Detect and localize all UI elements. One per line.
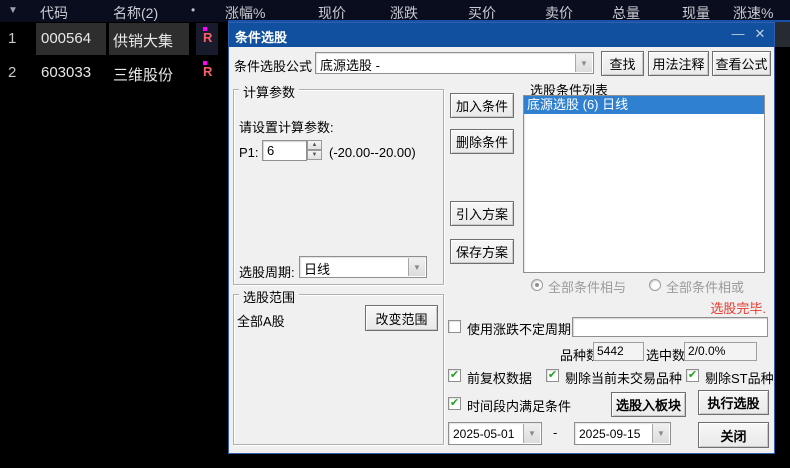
exclude-untraded-label: 剔除当前未交易品种 — [565, 371, 683, 386]
formula-combobox[interactable]: 底源选股 - ▼ — [315, 52, 594, 74]
selected-count-label: 选中数 — [646, 348, 686, 363]
stock-name: 三维股份 — [113, 67, 174, 84]
minimize-icon[interactable]: — — [728, 26, 748, 41]
table-row[interactable]: 2 603033 三维股份 R — [0, 56, 228, 90]
date-from-value: 2025-05-01 — [453, 427, 515, 441]
irregular-period-checkbox[interactable] — [448, 320, 461, 333]
usage-notes-button[interactable]: 用法注释 — [648, 51, 709, 76]
p1-label: P1: — [239, 145, 259, 160]
forward-adjusted-label: 前复权数据 — [467, 371, 533, 386]
p1-range: (-20.00--20.00) — [329, 145, 416, 160]
selected-count-value: 2/0.0% — [684, 342, 757, 361]
radio-or-label: 全部条件相或 — [666, 280, 745, 295]
column-marker-icon: • — [191, 3, 196, 17]
spinner-down-icon[interactable]: ▼ — [307, 150, 322, 160]
time-range-label: 时间段内满足条件 — [467, 399, 572, 414]
date-to-value: 2025-09-15 — [579, 427, 641, 441]
row-index: 2 — [8, 64, 17, 81]
import-plan-button[interactable]: 引入方案 — [450, 201, 514, 226]
chevron-down-icon[interactable]: ▼ — [575, 54, 592, 72]
exclude-st-checkbox[interactable]: ✔ — [686, 369, 699, 382]
period-label: 选股周期: — [239, 265, 295, 280]
chevron-down-icon[interactable]: ▼ — [652, 424, 669, 443]
stock-name: 供销大集 — [113, 33, 174, 50]
time-range-checkbox[interactable]: ✔ — [448, 397, 461, 410]
background-panel — [775, 22, 790, 47]
remove-condition-button[interactable]: 删除条件 — [450, 129, 514, 154]
find-button[interactable]: 查找 — [601, 51, 644, 76]
radio-or — [649, 279, 661, 291]
select-to-block-button[interactable]: 选股入板块 — [611, 392, 686, 417]
add-condition-button[interactable]: 加入条件 — [450, 93, 514, 118]
condition-list-item[interactable]: 底源选股 (6) 日线 — [524, 96, 764, 114]
date-to-combobox[interactable]: 2025-09-15 ▼ — [574, 422, 671, 445]
row-index: 1 — [8, 30, 17, 47]
sort-dropdown-icon[interactable]: ▼ — [8, 5, 18, 16]
scope-title: 选股范围 — [239, 287, 300, 306]
radio-and-label: 全部条件相与 — [548, 280, 627, 295]
margin-badge-letter: R — [203, 30, 213, 45]
save-plan-button[interactable]: 保存方案 — [450, 239, 514, 264]
irregular-period-label: 使用涨跌不定周期 — [467, 322, 572, 337]
table-row[interactable]: 1 000564 供销大集 R — [0, 22, 228, 56]
column-code[interactable]: 代码 — [40, 3, 68, 23]
chevron-down-icon[interactable]: ▼ — [408, 258, 425, 276]
exclude-untraded-checkbox[interactable]: ✔ — [546, 369, 559, 382]
margin-badge-letter: R — [203, 64, 213, 79]
calc-params-title: 计算参数 — [239, 82, 300, 101]
radio-and — [531, 279, 543, 291]
check-icon: ✔ — [449, 369, 460, 381]
view-formula-button[interactable]: 查看公式 — [712, 51, 771, 76]
dialog-titlebar[interactable]: 条件选股 — ✕ — [229, 23, 774, 47]
column-name[interactable]: 名称(2) — [113, 3, 158, 23]
period-value: 日线 — [304, 262, 331, 277]
total-count-value: 5442 — [593, 342, 644, 361]
table-header: ▼ 代码 名称(2) • 涨幅% 现价 涨跌 买价 卖价 总量 现量 涨速% — [0, 0, 790, 22]
radio-dot-icon — [535, 283, 539, 287]
stock-code: 603033 — [41, 64, 92, 81]
condition-stock-dialog: 条件选股 — ✕ 条件选股公式 底源选股 - ▼ 查找 用法注释 查看公式 计算… — [228, 22, 775, 454]
spinner-up-icon[interactable]: ▲ — [307, 140, 322, 150]
check-icon: ✔ — [687, 369, 698, 381]
scope-value: 全部A股 — [237, 314, 285, 329]
change-scope-button[interactable]: 改变范围 — [365, 305, 438, 331]
irregular-period-input[interactable] — [572, 317, 768, 337]
check-icon: ✔ — [449, 397, 460, 409]
dialog-title: 条件选股 — [235, 30, 288, 45]
execute-selection-button[interactable]: 执行选股 — [698, 390, 769, 415]
formula-label: 条件选股公式 — [234, 59, 313, 74]
exclude-st-label: 剔除ST品种 — [705, 371, 774, 386]
close-dialog-button[interactable]: 关闭 — [698, 422, 769, 448]
stock-code: 000564 — [41, 30, 92, 47]
formula-value: 底源选股 - — [320, 58, 380, 73]
chevron-down-icon[interactable]: ▼ — [523, 424, 540, 443]
condition-listbox[interactable]: 底源选股 (6) 日线 — [523, 95, 765, 273]
status-text: 选股完毕. — [710, 301, 766, 316]
margin-badge: R — [203, 27, 213, 45]
margin-badge: R — [203, 61, 213, 79]
forward-adjusted-checkbox[interactable]: ✔ — [448, 369, 461, 382]
p1-input[interactable]: 6 — [262, 140, 307, 161]
close-icon[interactable]: ✕ — [750, 26, 770, 42]
check-icon: ✔ — [547, 369, 558, 381]
date-separator: - — [553, 425, 558, 440]
period-combobox[interactable]: 日线 ▼ — [299, 256, 427, 278]
date-from-combobox[interactable]: 2025-05-01 ▼ — [448, 422, 542, 445]
calc-params-hint: 请设置计算参数: — [239, 120, 334, 135]
